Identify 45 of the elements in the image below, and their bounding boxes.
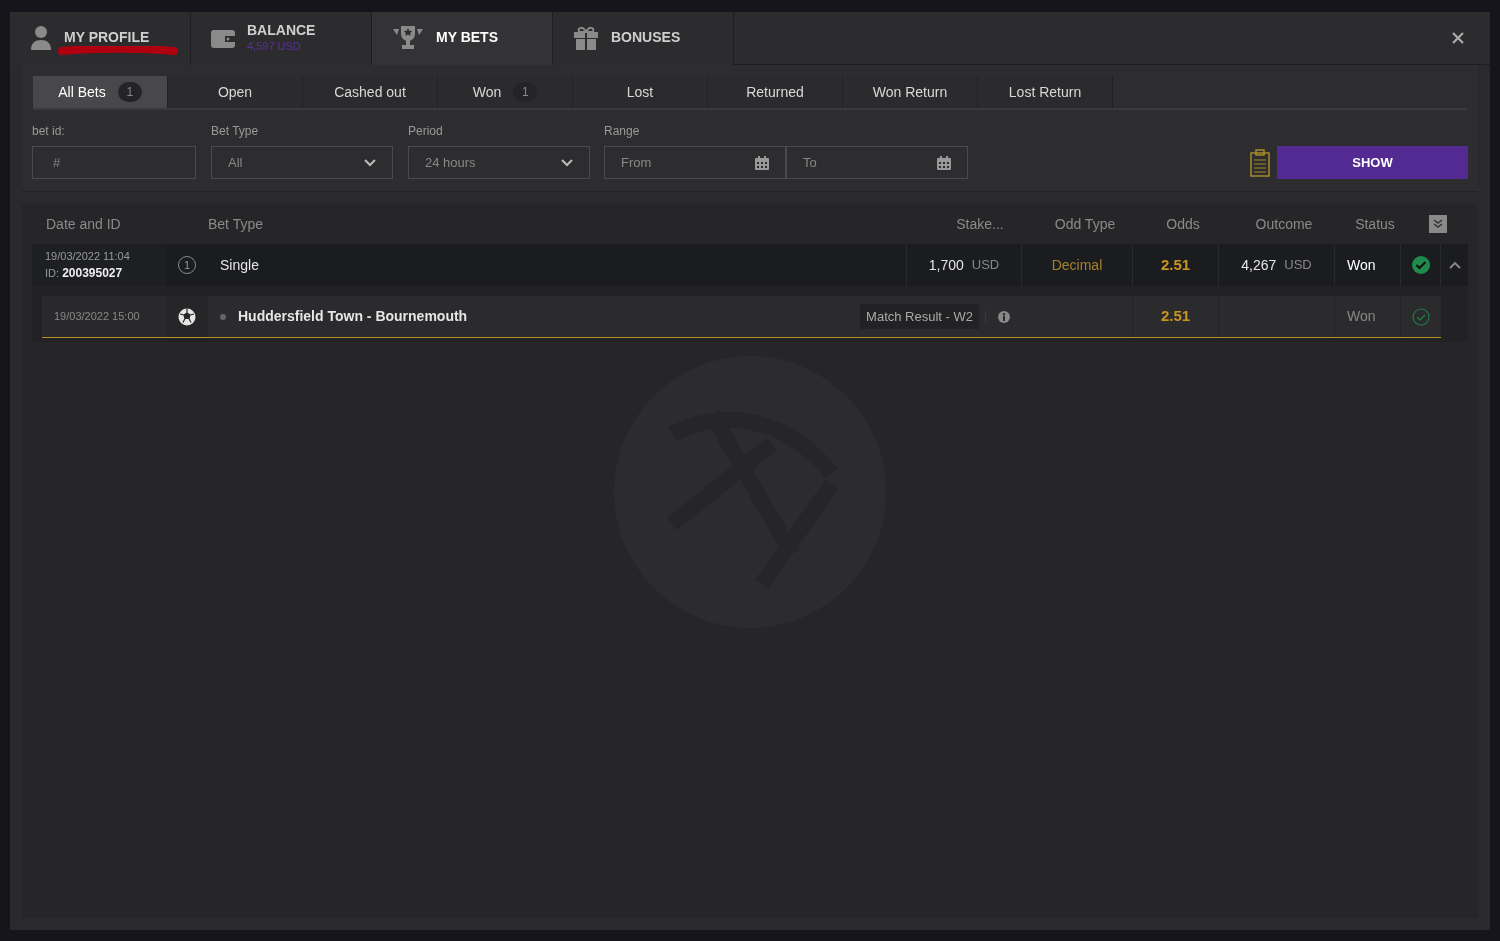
bet-id: ID: 200395027 [45,265,124,283]
tab-label: BONUSES [611,29,681,47]
column-header: Odd Type [1053,214,1117,234]
event-status: Won [1335,296,1401,337]
column-header: Bet Type [208,214,264,234]
field-label: Bet Type [211,123,260,140]
header-tab[interactable]: BONUSES [553,11,734,65]
bet-id-field[interactable]: # [32,146,196,179]
match-name: Huddersfield Town - Bournemouth [238,307,468,326]
from-date-field[interactable]: From [604,146,786,179]
period-dropdown[interactable]: 24 hours [408,146,590,179]
field-label: Range [604,123,641,140]
event-odds: 2.51 [1133,296,1219,337]
date-placeholder: To [803,153,817,172]
balance-amount: 4,597 USD [247,39,301,54]
tab-label: MY BETS [436,29,498,47]
count-badge: 1 [513,82,538,102]
field-label: bet id: [32,123,66,140]
dropdown-value: 24 hours [425,153,476,172]
header-tab[interactable]: MY BETS [372,11,553,65]
odds: 2.51 [1133,244,1219,286]
column-header: Date and ID [45,214,122,234]
status: Won [1335,244,1401,286]
market-label: Match Result - W2 [860,303,979,330]
column-header: Outcome [1254,214,1314,234]
bet-type-dropdown[interactable]: All [211,146,393,179]
show-button[interactable]: SHOW [1277,146,1468,179]
stake: 1,700 USD [907,244,1022,286]
field-label: Period [408,123,444,140]
filter-tab[interactable]: All Bets 1 [33,76,168,108]
dropdown-value: All [228,153,243,172]
count-badge: 1 [117,82,142,102]
column-header: Status [1354,214,1396,234]
bet-date: 19/03/2022 11:04 [45,248,131,264]
date-placeholder: From [621,153,652,172]
odd-type: Decimal [1022,244,1133,286]
bet-type: Single [208,244,907,286]
outcome: 4,267 USD [1219,244,1335,286]
column-header: Stake... [955,214,1005,234]
column-header: Odds [1165,214,1201,234]
header-tab[interactable]: MY PROFILE [10,11,191,65]
header-tab[interactable]: BALANCE 4,597 USD [191,11,372,65]
to-date-field[interactable]: To [786,146,968,179]
tab-label: BALANCE [247,22,316,40]
tab-label: MY PROFILE [64,29,150,47]
